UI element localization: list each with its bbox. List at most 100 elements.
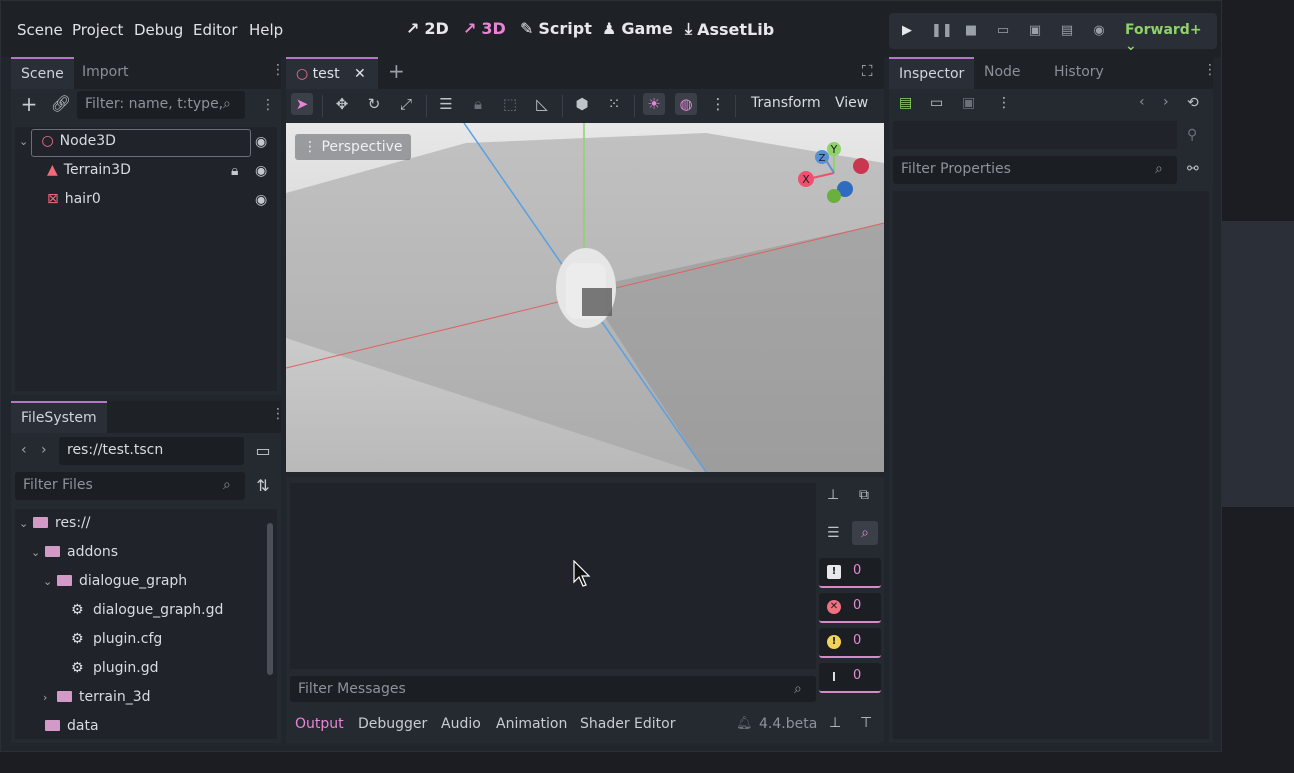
file-item-plugin-gd[interactable]: ⚙ plugin.gd [71, 656, 159, 680]
scrollbar[interactable] [267, 523, 273, 675]
rotate-tool-icon[interactable]: ↻ [363, 93, 385, 115]
message-counter[interactable]: ! 0 [819, 558, 881, 588]
tab-node[interactable]: Node [974, 57, 1031, 89]
history-forward-icon[interactable]: › [1163, 94, 1169, 110]
filter-messages-input[interactable]: Filter Messages ⌕ [290, 676, 816, 702]
forward-icon[interactable]: › [41, 442, 47, 458]
tree-item-terrain3d[interactable]: ▲ Terrain3D [47, 158, 131, 182]
stop-icon[interactable]: ■ [963, 23, 979, 39]
save-icon[interactable]: ▣ [962, 95, 975, 111]
kebab-icon[interactable]: ⋮ [271, 63, 285, 77]
history-back-icon[interactable]: ‹ [1139, 94, 1145, 110]
collapse-icon[interactable]: ☰ [827, 525, 840, 541]
renderer-select[interactable]: Forward+ ⌄ [1125, 22, 1217, 54]
editor-message-counter[interactable]: ǀ0 [819, 663, 881, 693]
tab-test[interactable]: ○ test ✕ [286, 57, 378, 89]
tab-debugger[interactable]: Debugger [358, 716, 427, 732]
kebab-icon[interactable]: ⋮ [261, 98, 275, 112]
tab-import[interactable]: Import [72, 57, 138, 89]
environment-icon[interactable]: ◍ [675, 93, 697, 115]
play-custom-scene-icon[interactable]: ▤ [1059, 23, 1075, 39]
tab-audio[interactable]: Audio [441, 716, 481, 732]
sort-icon[interactable]: ⇅ [251, 474, 275, 498]
split-view-icon[interactable]: ▭ [251, 439, 275, 463]
tab-scene[interactable]: Scene [11, 57, 74, 89]
file-item-addons[interactable]: ⌄ addons [31, 540, 118, 564]
error-counter[interactable]: ✕ 0 [819, 593, 881, 623]
axis-gizmo[interactable]: X Y Z [796, 141, 876, 211]
bell-icon[interactable]: 🔔︎ [736, 716, 753, 731]
workspace-3d-button[interactable]: ↗ 3D [463, 19, 506, 38]
menu-scene[interactable]: Scene [17, 21, 63, 39]
ruler-icon[interactable]: ◺ [531, 93, 553, 115]
remote-debug-icon[interactable]: ▭ [995, 23, 1011, 39]
lock-icon[interactable]: 🔒︎ [231, 163, 238, 179]
menu-project[interactable]: Project [72, 21, 123, 39]
workspace-script-button[interactable]: ✎ Script [520, 19, 592, 38]
movie-maker-icon[interactable]: ◉ [1091, 23, 1107, 39]
kebab-icon[interactable]: ⋮ [997, 95, 1011, 111]
tab-shader-editor[interactable]: Shader Editor [580, 716, 675, 732]
tab-history[interactable]: History [1044, 57, 1114, 89]
object-path-field[interactable] [893, 121, 1177, 149]
file-item-data[interactable]: data [45, 714, 99, 738]
link-icon[interactable]: 🔗︎ [49, 92, 73, 116]
path-field[interactable]: res://test.tscn [59, 437, 244, 465]
group-icon[interactable]: ⬚ [499, 93, 521, 115]
workspace-game-button[interactable]: ♟ Game [602, 19, 673, 38]
add-tab-icon[interactable]: + [388, 59, 405, 83]
clear-output-icon[interactable]: ⊥ [827, 487, 839, 503]
pause-icon[interactable]: ❚❚ [931, 23, 953, 39]
tree-item-node3d[interactable]: ⌄ ○ Node3D [19, 129, 252, 157]
file-item-dialogue-graph-gd[interactable]: ⚙ dialogue_graph.gd [71, 598, 223, 622]
pin-icon[interactable]: ⊥ [829, 715, 841, 731]
visibility-eye-icon[interactable]: ◉ [255, 163, 267, 179]
back-icon[interactable]: ‹ [21, 442, 27, 458]
tab-filesystem[interactable]: FileSystem [11, 401, 107, 433]
lock-icon[interactable]: 🔒︎ [467, 93, 489, 115]
sun-icon[interactable]: ☀ [643, 93, 665, 115]
transform-menu[interactable]: Transform [751, 95, 821, 111]
snap-icon[interactable]: ⁙ [603, 93, 625, 115]
filter-files-input[interactable]: Filter Files ⌕ [15, 472, 245, 500]
search-toggle-icon[interactable]: ⌕ [852, 521, 878, 545]
add-node-button[interactable]: + [17, 92, 41, 116]
copy-icon[interactable]: ⧉ [859, 487, 869, 503]
menu-help[interactable]: Help [249, 21, 283, 39]
object-menu-icon[interactable]: ⚲ [1187, 127, 1197, 143]
visibility-eye-icon[interactable]: ◉ [255, 134, 267, 150]
filter-properties-input[interactable]: Filter Properties ⌕ [893, 156, 1177, 184]
workspace-assetlib-button[interactable]: ⤓ AssetLib [685, 19, 774, 39]
tab-inspector[interactable]: Inspector [889, 57, 975, 89]
tree-item-hair0[interactable]: ⊠ hair0 [47, 187, 101, 211]
scene-filter-input[interactable]: Filter: name, t:type, ⌕ [77, 91, 245, 119]
play-scene-icon[interactable]: ▣ [1027, 23, 1043, 39]
file-item-plugin-cfg[interactable]: ⚙ plugin.cfg [71, 627, 162, 651]
move-tool-icon[interactable]: ✥ [331, 93, 353, 115]
list-select-icon[interactable]: ☰ [435, 93, 457, 115]
warning-counter[interactable]: ! 0 [819, 628, 881, 658]
file-item-res[interactable]: ⌄ res:// [19, 511, 91, 535]
workspace-2d-button[interactable]: ↗ 2D [406, 19, 449, 38]
perspective-menu[interactable]: ⋮ Perspective [295, 134, 411, 160]
output-log[interactable] [290, 483, 816, 669]
menu-editor[interactable]: Editor [193, 21, 237, 39]
fullscreen-icon[interactable]: ⛶ [862, 62, 873, 80]
filter-settings-icon[interactable]: ⚯ [1187, 161, 1199, 177]
new-resource-icon[interactable]: ▤ [899, 95, 912, 111]
scale-tool-icon[interactable]: ⤢ [395, 93, 417, 115]
kebab-icon[interactable]: ⋮ [707, 93, 729, 115]
file-item-dialogue-graph[interactable]: ⌄ dialogue_graph [43, 569, 187, 593]
kebab-icon[interactable]: ⋮ [271, 407, 285, 421]
mesh-icon[interactable]: ⬢ [571, 93, 593, 115]
menu-debug[interactable]: Debug [134, 21, 183, 39]
view-menu[interactable]: View [835, 95, 868, 111]
recent-icon[interactable]: ⟲ [1187, 95, 1199, 111]
folder-open-icon[interactable]: ▭ [930, 95, 943, 111]
select-tool-icon[interactable]: ➤ [291, 93, 313, 115]
kebab-icon[interactable]: ⋮ [1203, 63, 1217, 77]
tab-output[interactable]: Output [295, 716, 344, 732]
play-icon[interactable]: ▶ [899, 23, 915, 39]
3d-viewport[interactable]: ⋮ Perspective X Y Z [286, 123, 884, 472]
expand-panel-icon[interactable]: ⊤ [860, 715, 872, 731]
